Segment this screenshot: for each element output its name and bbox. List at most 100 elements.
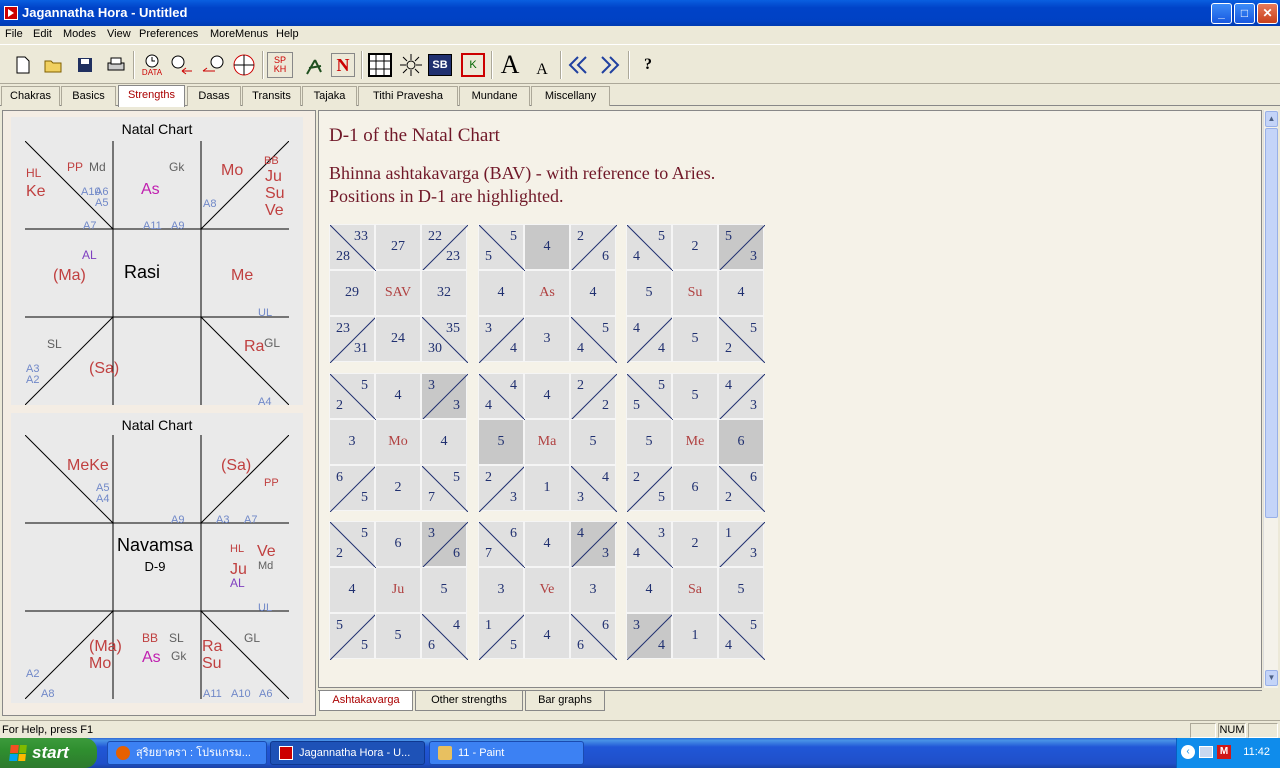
tab-other-strengths[interactable]: Other strengths — [415, 691, 523, 711]
bav-cell: 4 — [570, 270, 616, 316]
maximize-button[interactable]: □ — [1234, 3, 1255, 24]
menu-modes[interactable]: Modes — [63, 28, 96, 40]
tray-m-icon[interactable]: M — [1217, 745, 1231, 759]
bav-value: 4 — [348, 582, 356, 597]
bav-cell: 5 — [570, 419, 616, 465]
sp-kh-button[interactable]: SP KH — [267, 52, 293, 78]
print-icon[interactable] — [102, 51, 130, 79]
bav-value: 6 — [750, 470, 757, 485]
tab-tajaka[interactable]: Tajaka — [302, 86, 357, 106]
navamsa-chart[interactable]: Natal Chart Navamsa D-9 MeKe A5 A4 (Sa) … — [11, 413, 303, 703]
bav-value: 4 — [633, 546, 640, 561]
new-file-icon[interactable] — [9, 51, 37, 79]
sun-icon[interactable] — [397, 51, 425, 79]
tab-strengths[interactable]: Strengths — [118, 85, 185, 107]
content-title: D-1 of the Natal Chart — [329, 125, 500, 146]
double-right-arrow-icon[interactable] — [596, 51, 624, 79]
bav-cell: 15 — [478, 613, 525, 660]
decrease-font-button[interactable]: A — [528, 56, 556, 84]
taskbar-item-paint[interactable]: 11 - Paint — [429, 741, 584, 765]
tab-chakras[interactable]: Chakras — [1, 86, 60, 106]
bav-value: 31 — [354, 341, 368, 356]
vertical-scrollbar[interactable]: ▲ ▼ — [1263, 110, 1278, 688]
as-label: As — [142, 649, 161, 666]
taskbar-item-firefox[interactable]: สุริยยาตรา : โปรแกรม... — [107, 741, 267, 765]
rasi-chart[interactable]: Natal Chart Rasi HL Ke PP Md A10 A6 A5 A… — [11, 117, 303, 408]
start-button[interactable]: start — [0, 738, 97, 768]
scroll-up-arrow-icon[interactable]: ▲ — [1265, 111, 1278, 127]
a4-label: A4 — [96, 493, 110, 505]
double-left-arrow-icon[interactable] — [564, 51, 592, 79]
app-icon[interactable] — [4, 6, 18, 20]
windows-logo-icon — [9, 745, 27, 761]
status-text: For Help, press F1 — [2, 724, 94, 736]
bav-value: 2 — [691, 239, 699, 254]
clock-back-icon[interactable] — [168, 51, 196, 79]
tab-tithi-pravesha[interactable]: Tithi Pravesha — [358, 86, 458, 106]
bav-value: 1 — [485, 618, 492, 633]
pointer-icon[interactable] — [300, 51, 328, 79]
network-icon[interactable] — [1199, 746, 1213, 758]
bav-cell: 2 — [375, 465, 421, 511]
toolbar-separator — [361, 51, 363, 79]
bav-value: 6 — [577, 638, 584, 653]
menu-moremenus[interactable]: MoreMenus — [210, 28, 268, 40]
bav-value: 5 — [394, 628, 402, 643]
grid-chart-icon[interactable] — [366, 51, 394, 79]
bav-value: 35 — [446, 321, 460, 336]
bav-cell: 29 — [329, 270, 375, 316]
menu-file[interactable]: File — [5, 28, 23, 40]
menu-preferences[interactable]: Preferences — [139, 28, 198, 40]
bav-grid-ve: Ve 6 7 4 4 3 3 3 1 5 4 6 6 — [478, 521, 617, 660]
bav-value: 4 — [577, 341, 584, 356]
n-button[interactable]: N — [331, 53, 355, 77]
bav-value: 4 — [737, 285, 745, 300]
tab-basics[interactable]: Basics — [61, 86, 116, 106]
bav-cell: 55 — [626, 373, 673, 420]
scroll-down-arrow-icon[interactable]: ▼ — [1265, 670, 1278, 686]
open-folder-icon[interactable] — [40, 51, 68, 79]
ul-label: UL — [258, 602, 273, 614]
bav-cell: 22 — [570, 373, 617, 420]
tab-ashtakavarga[interactable]: Ashtakavarga — [319, 691, 413, 711]
tab-miscellany[interactable]: Miscellany — [531, 86, 610, 106]
bav-value: 5 — [453, 470, 460, 485]
sb-button[interactable]: SB — [428, 54, 452, 76]
bav-value: 22 — [428, 229, 442, 244]
bav-value: 5 — [691, 331, 699, 346]
bav-cell: 5 — [375, 613, 421, 659]
bav-value: 3 — [577, 490, 584, 505]
bav-value: 4 — [589, 285, 597, 300]
k-button[interactable]: K — [461, 53, 485, 77]
taskbar-item-jagannatha-hora[interactable]: Jagannatha Hora - U... — [270, 741, 425, 765]
tab-transits[interactable]: Transits — [242, 86, 301, 106]
help-icon[interactable]: ? — [634, 51, 662, 79]
bav-grid-label: Me — [685, 434, 705, 449]
bav-value: 5 — [645, 434, 653, 449]
clock-forward-icon[interactable] — [199, 51, 227, 79]
save-icon[interactable] — [71, 51, 99, 79]
bav-cell: 67 — [478, 521, 525, 568]
menu-view[interactable]: View — [107, 28, 131, 40]
bav-value: 28 — [336, 249, 350, 264]
bav-grid-label: Su — [687, 285, 703, 300]
tab-mundane[interactable]: Mundane — [459, 86, 530, 106]
data-clock-icon[interactable]: DATA — [138, 51, 166, 79]
menu-edit[interactable]: Edit — [33, 28, 52, 40]
tab-bar-graphs[interactable]: Bar graphs — [525, 691, 605, 711]
minimize-button[interactable]: _ — [1211, 3, 1232, 24]
bav-value: 3 — [428, 526, 435, 541]
tab-dasas[interactable]: Dasas — [187, 86, 241, 106]
meke-label: MeKe — [67, 457, 109, 474]
bav-value: 5 — [361, 526, 368, 541]
tray-expand-icon[interactable]: ‹ — [1181, 745, 1195, 759]
bav-value: 4 — [658, 341, 665, 356]
close-button[interactable]: ✕ — [1257, 3, 1278, 24]
menu-help[interactable]: Help — [276, 28, 299, 40]
bav-value: 6 — [394, 536, 402, 551]
a10-label: A10 — [231, 688, 251, 700]
bav-cell: 52 — [329, 373, 376, 420]
increase-font-button[interactable]: A — [496, 50, 524, 79]
scrollbar-thumb[interactable] — [1265, 128, 1278, 518]
compass-icon[interactable] — [230, 51, 258, 79]
